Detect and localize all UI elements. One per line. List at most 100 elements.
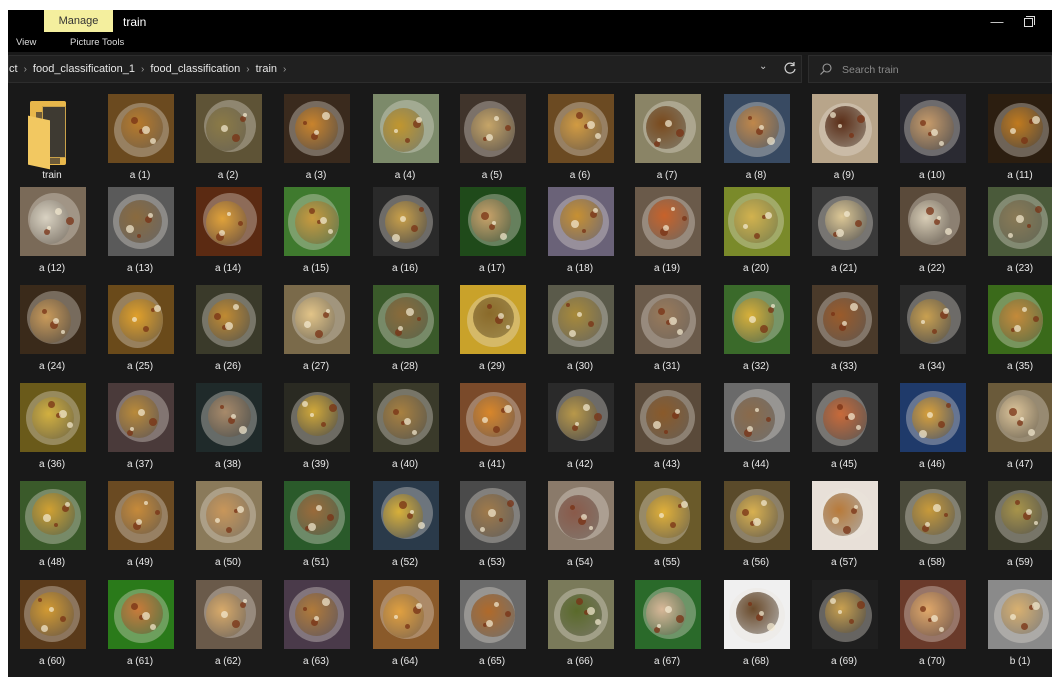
- image-file-item[interactable]: a (51): [276, 477, 356, 572]
- image-file-item[interactable]: a (59): [980, 477, 1052, 572]
- image-file-item[interactable]: b (1): [980, 576, 1052, 671]
- image-file-item[interactable]: a (9): [804, 90, 884, 185]
- image-file-item[interactable]: a (45): [804, 379, 884, 474]
- image-file-item[interactable]: a (20): [716, 183, 796, 278]
- image-file-item[interactable]: a (3): [276, 90, 356, 185]
- folder-item[interactable]: train: [12, 90, 92, 185]
- image-file-item[interactable]: a (38): [188, 379, 268, 474]
- image-file-item[interactable]: a (68): [716, 576, 796, 671]
- refresh-icon[interactable]: [782, 60, 798, 76]
- image-file-item[interactable]: a (62): [188, 576, 268, 671]
- search-input[interactable]: Search train: [808, 55, 1052, 83]
- image-file-item[interactable]: a (23): [980, 183, 1052, 278]
- image-file-item[interactable]: a (25): [100, 281, 180, 376]
- file-name-label: a (2): [217, 170, 239, 181]
- image-file-item[interactable]: a (6): [540, 90, 620, 185]
- file-name-label: a (53): [478, 557, 506, 568]
- address-bar[interactable]: ct › food_classification_1 › food_classi…: [8, 55, 802, 83]
- file-name-label: a (39): [302, 459, 330, 470]
- image-file-item[interactable]: a (47): [980, 379, 1052, 474]
- image-file-item[interactable]: a (32): [716, 281, 796, 376]
- file-name-label: a (8): [745, 170, 767, 181]
- image-file-item[interactable]: a (15): [276, 183, 356, 278]
- image-file-item[interactable]: a (69): [804, 576, 884, 671]
- image-file-item[interactable]: a (18): [540, 183, 620, 278]
- image-file-item[interactable]: a (60): [12, 576, 92, 671]
- image-file-item[interactable]: a (70): [892, 576, 972, 671]
- image-file-item[interactable]: a (57): [804, 477, 884, 572]
- breadcrumb-truncated[interactable]: ct: [9, 63, 18, 75]
- image-file-item[interactable]: a (28): [365, 281, 445, 376]
- image-file-item[interactable]: a (42): [540, 379, 620, 474]
- image-file-item[interactable]: a (67): [627, 576, 707, 671]
- image-thumbnail: [284, 94, 350, 163]
- image-file-item[interactable]: a (43): [627, 379, 707, 474]
- image-file-item[interactable]: a (63): [276, 576, 356, 671]
- ribbon-tab-picture-tools[interactable]: Picture Tools: [70, 37, 124, 48]
- image-file-item[interactable]: a (49): [100, 477, 180, 572]
- image-file-item[interactable]: a (35): [980, 281, 1052, 376]
- image-file-item[interactable]: a (26): [188, 281, 268, 376]
- image-file-item[interactable]: a (52): [365, 477, 445, 572]
- image-file-item[interactable]: a (56): [716, 477, 796, 572]
- image-thumbnail: [373, 383, 439, 452]
- image-file-item[interactable]: a (8): [716, 90, 796, 185]
- image-file-item[interactable]: a (5): [452, 90, 532, 185]
- image-file-item[interactable]: a (24): [12, 281, 92, 376]
- image-file-item[interactable]: a (11): [980, 90, 1052, 185]
- image-file-item[interactable]: a (65): [452, 576, 532, 671]
- minimize-button[interactable]: —: [984, 14, 1010, 32]
- breadcrumb-separator-icon[interactable]: ›: [141, 64, 144, 75]
- image-file-item[interactable]: a (48): [12, 477, 92, 572]
- image-file-item[interactable]: a (44): [716, 379, 796, 474]
- image-file-item[interactable]: a (34): [892, 281, 972, 376]
- image-file-item[interactable]: a (14): [188, 183, 268, 278]
- ribbon-tab-view[interactable]: View: [16, 37, 36, 48]
- image-file-item[interactable]: a (27): [276, 281, 356, 376]
- image-file-item[interactable]: a (30): [540, 281, 620, 376]
- image-file-item[interactable]: a (33): [804, 281, 884, 376]
- image-file-item[interactable]: a (66): [540, 576, 620, 671]
- image-file-item[interactable]: a (64): [365, 576, 445, 671]
- image-file-item[interactable]: a (7): [627, 90, 707, 185]
- image-file-item[interactable]: a (1): [100, 90, 180, 185]
- image-file-item[interactable]: a (22): [892, 183, 972, 278]
- image-file-item[interactable]: a (37): [100, 379, 180, 474]
- image-file-item[interactable]: a (54): [540, 477, 620, 572]
- image-file-item[interactable]: a (55): [627, 477, 707, 572]
- image-file-item[interactable]: a (16): [365, 183, 445, 278]
- image-thumbnail: [108, 94, 174, 163]
- breadcrumb-separator-icon[interactable]: ›: [24, 64, 27, 75]
- image-file-item[interactable]: a (12): [12, 183, 92, 278]
- image-file-item[interactable]: a (53): [452, 477, 532, 572]
- image-file-item[interactable]: a (19): [627, 183, 707, 278]
- image-file-item[interactable]: a (31): [627, 281, 707, 376]
- image-file-item[interactable]: a (4): [365, 90, 445, 185]
- manage-tab[interactable]: Manage: [44, 10, 113, 32]
- image-file-item[interactable]: a (40): [365, 379, 445, 474]
- breadcrumb-train[interactable]: train: [256, 63, 277, 75]
- breadcrumb-separator-icon[interactable]: ›: [246, 64, 249, 75]
- image-file-item[interactable]: a (10): [892, 90, 972, 185]
- image-file-item[interactable]: a (58): [892, 477, 972, 572]
- image-file-item[interactable]: a (36): [12, 379, 92, 474]
- maximize-button[interactable]: [1016, 14, 1042, 32]
- breadcrumb-food-classification-1[interactable]: food_classification_1: [33, 63, 135, 75]
- image-thumbnail: [724, 481, 790, 550]
- image-file-item[interactable]: a (41): [452, 379, 532, 474]
- chevron-down-icon[interactable]: ⌄: [759, 61, 767, 72]
- image-file-item[interactable]: a (13): [100, 183, 180, 278]
- image-thumbnail: [900, 285, 966, 354]
- image-file-item[interactable]: a (39): [276, 379, 356, 474]
- breadcrumb-separator-icon[interactable]: ›: [283, 64, 286, 75]
- breadcrumb-food-classification[interactable]: food_classification: [150, 63, 240, 75]
- image-thumbnail: [548, 383, 614, 452]
- image-file-item[interactable]: a (21): [804, 183, 884, 278]
- file-name-label: a (19): [653, 263, 681, 274]
- image-file-item[interactable]: a (17): [452, 183, 532, 278]
- image-file-item[interactable]: a (46): [892, 379, 972, 474]
- image-file-item[interactable]: a (61): [100, 576, 180, 671]
- image-file-item[interactable]: a (2): [188, 90, 268, 185]
- image-file-item[interactable]: a (29): [452, 281, 532, 376]
- image-file-item[interactable]: a (50): [188, 477, 268, 572]
